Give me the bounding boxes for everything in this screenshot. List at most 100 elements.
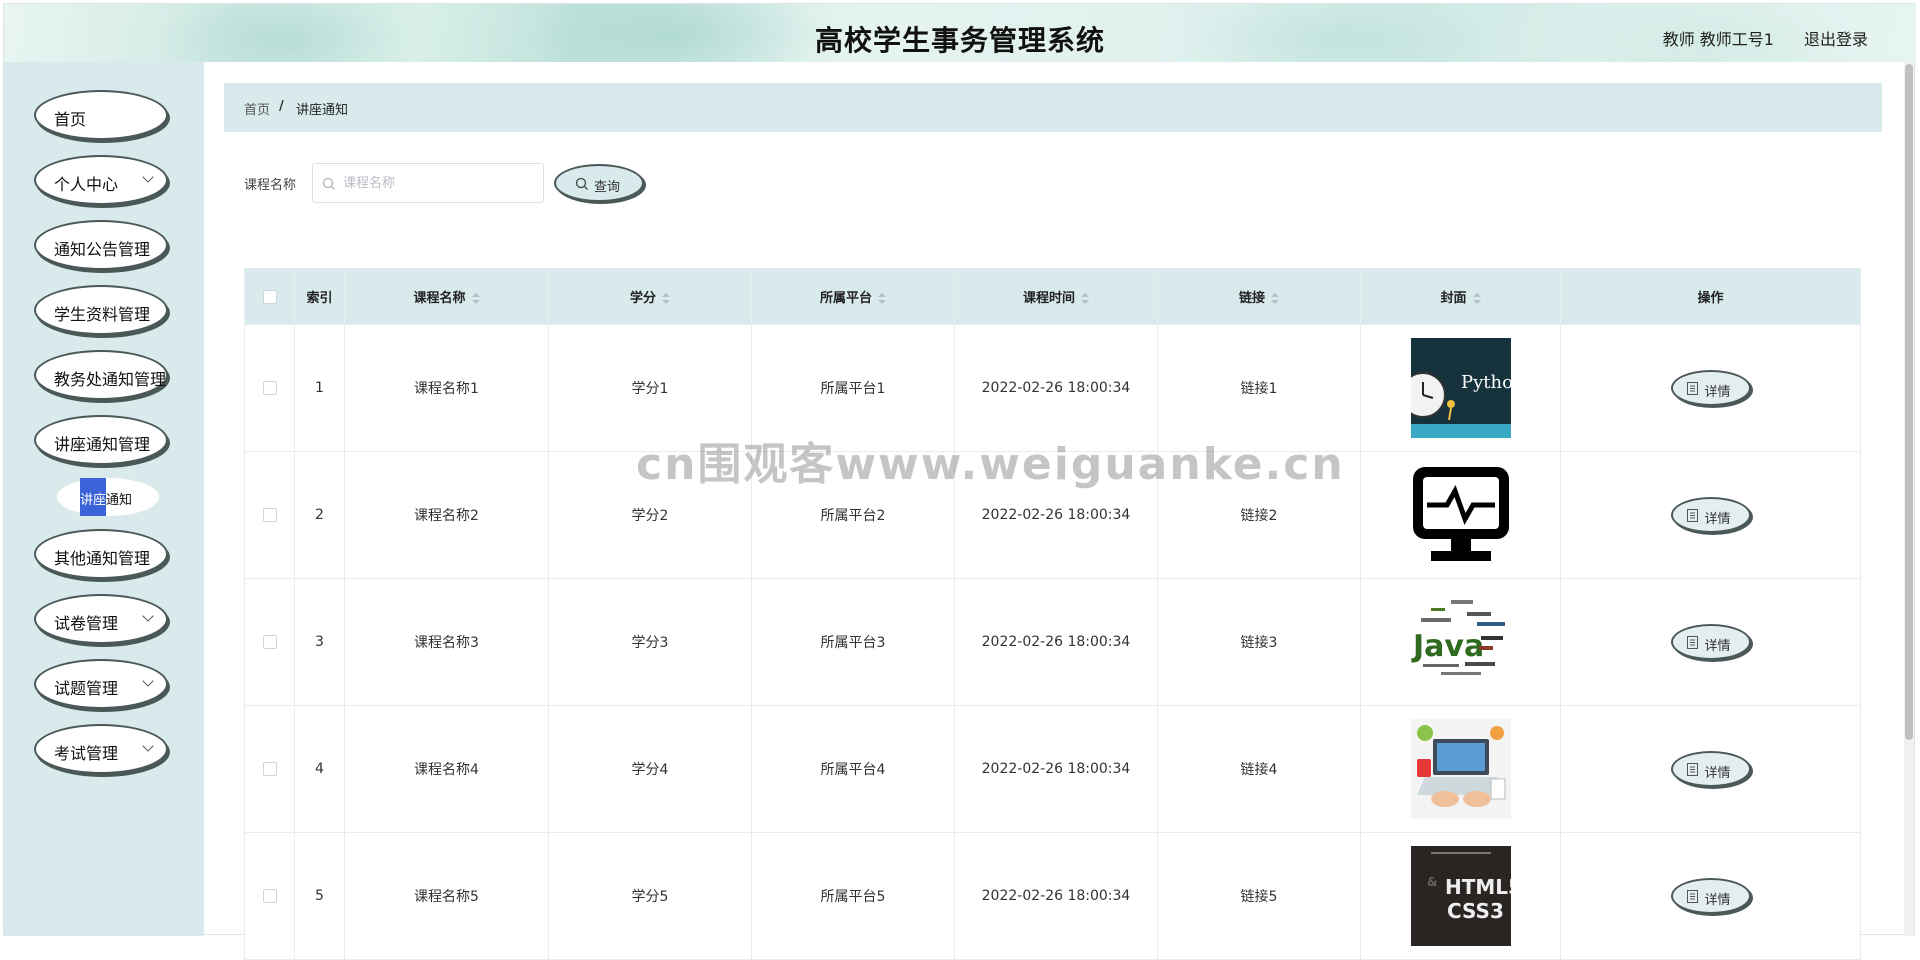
cell-credit: 学分3 [548, 578, 752, 706]
sort-icon[interactable] [1472, 292, 1481, 305]
sidebar-subitem-lecture-notice[interactable]: 讲座通知 [57, 478, 159, 516]
sort-icon[interactable] [471, 292, 480, 305]
sidebar-item-label: 通知公告管理 [54, 240, 151, 259]
breadcrumb-home[interactable]: 首页 [244, 99, 270, 118]
sidebar-item-academic-notices[interactable]: 教务处通知管理 [34, 350, 168, 400]
cell-time: 2022-02-26 18:00:34 [954, 324, 1158, 452]
sort-icon[interactable] [1271, 292, 1279, 305]
cell-action: 详情 [1560, 832, 1861, 960]
sidebar-item-lecture-notices[interactable]: 讲座通知管理 [34, 415, 168, 465]
detail-button[interactable]: 详情 [1670, 878, 1751, 914]
html5-css3-cover-image: & HTML5 CSS3 [1410, 846, 1511, 946]
sidebar-item-label: 考试管理 [54, 744, 119, 763]
cell-time: 2022-02-26 18:00:34 [954, 705, 1158, 833]
cell-link: 链接2 [1157, 451, 1361, 579]
cell-cover: Java [1360, 578, 1561, 706]
sort-icon[interactable] [878, 292, 886, 305]
sort-icon[interactable] [662, 292, 670, 305]
breadcrumb-current: 讲座通知 [296, 103, 349, 118]
document-icon [1686, 763, 1698, 780]
svg-text:CSS3: CSS3 [1447, 899, 1504, 923]
select-all-checkbox[interactable] [262, 289, 277, 304]
sidebar-item-papers[interactable]: 试卷管理 [34, 594, 168, 644]
sidebar-item-exams[interactable]: 考试管理 [34, 724, 168, 774]
query-button[interactable]: 查询 [554, 164, 644, 202]
cell-name: 课程名称4 [344, 705, 549, 833]
row-checkbox[interactable] [262, 635, 277, 649]
chevron-down-icon [142, 675, 154, 687]
column-header-sortable[interactable]: 课程名称 [344, 268, 549, 325]
detail-button[interactable]: 详情 [1670, 497, 1751, 533]
cell-action: 详情 [1560, 324, 1861, 452]
detail-button-label: 详情 [1704, 766, 1731, 781]
cell-platform: 所属平台5 [751, 832, 955, 960]
cell-credit: 学分2 [548, 451, 752, 579]
svg-text:HTML5: HTML5 [1445, 875, 1511, 899]
cell-cover [1360, 451, 1561, 579]
search-input[interactable] [312, 163, 544, 203]
detail-button[interactable]: 详情 [1670, 370, 1751, 406]
column-header-sortable[interactable]: 课程时间 [954, 268, 1158, 325]
python-cover-image: Python [1410, 338, 1511, 438]
search-icon [575, 177, 589, 195]
cell-name: 课程名称3 [344, 578, 549, 706]
cell-link: 链接1 [1157, 324, 1361, 452]
laptop-cover-image [1410, 719, 1511, 819]
cell-action: 详情 [1560, 705, 1861, 833]
sidebar-item-label: 教务处通知管理 [54, 370, 167, 389]
sidebar-item-profile[interactable]: 个人中心 [34, 155, 168, 205]
cell-action: 详情 [1560, 578, 1861, 706]
cell-time: 2022-02-26 18:00:34 [954, 832, 1158, 960]
detail-button[interactable]: 详情 [1670, 751, 1751, 787]
row-checkbox[interactable] [262, 762, 277, 776]
java-cover-image: Java [1410, 592, 1511, 692]
sidebar-item-other-notices[interactable]: 其他通知管理 [34, 529, 168, 579]
cell-index: 3 [294, 578, 345, 706]
cell-index: 1 [294, 324, 345, 452]
course-table: 索引 课程名称 学分 所属平台 课程时间 链接 封面 操作 1 课程名称1 学分… [244, 268, 1861, 960]
search-label: 课程名称 [244, 178, 297, 193]
sidebar-item-label: 个人中心 [54, 175, 119, 194]
app-title: 高校学生事务管理系统 [814, 24, 1105, 57]
sidebar-item-home[interactable]: 首页 [34, 90, 168, 140]
cell-link: 链接4 [1157, 705, 1361, 833]
cell-credit: 学分5 [548, 832, 752, 960]
sidebar-item-label: 试题管理 [54, 679, 119, 698]
detail-button-label: 详情 [1704, 385, 1731, 400]
search-icon [322, 176, 336, 190]
row-checkbox[interactable] [262, 889, 277, 903]
document-icon [1686, 636, 1698, 653]
logout-button[interactable]: 退出登录 [1804, 26, 1868, 50]
sidebar-item-label: 试卷管理 [54, 614, 119, 633]
cell-name: 课程名称1 [344, 324, 549, 452]
column-header: 操作 [1560, 268, 1861, 325]
column-header-sortable[interactable]: 链接 [1157, 268, 1361, 325]
cell-link: 链接5 [1157, 832, 1361, 960]
cell-credit: 学分4 [548, 705, 752, 833]
column-header-sortable[interactable]: 封面 [1360, 268, 1561, 325]
sidebar-item-label: 首页 [54, 110, 87, 129]
column-header-sortable[interactable]: 学分 [548, 268, 752, 325]
row-checkbox[interactable] [262, 381, 277, 395]
sidebar-item-students[interactable]: 学生资料管理 [34, 285, 168, 335]
cell-cover [1360, 705, 1561, 833]
sort-icon[interactable] [1081, 292, 1089, 305]
sidebar-item-announcements[interactable]: 通知公告管理 [34, 220, 168, 270]
sidebar-item-questions[interactable]: 试题管理 [34, 659, 168, 709]
sidebar-item-label: 其他通知管理 [54, 549, 151, 568]
user-info: 教师 教师工号1 [1662, 30, 1774, 49]
cell-cover: & HTML5 CSS3 [1360, 832, 1561, 960]
table-header-row: 索引 课程名称 学分 所属平台 课程时间 链接 封面 操作 [244, 268, 1861, 325]
detail-button[interactable]: 详情 [1670, 624, 1751, 660]
document-icon [1686, 890, 1698, 907]
query-button-label: 查询 [594, 180, 621, 195]
chevron-down-icon [142, 740, 154, 752]
table-row: 2 课程名称2 学分2 所属平台2 2022-02-26 18:00:34 链接… [244, 451, 1861, 579]
cell-platform: 所属平台2 [751, 451, 955, 579]
scrollbar-thumb[interactable] [1905, 64, 1913, 740]
monitor-cover-image [1410, 465, 1511, 565]
detail-button-label: 详情 [1704, 639, 1731, 654]
column-header-sortable[interactable]: 所属平台 [751, 268, 955, 325]
cell-name: 课程名称5 [344, 832, 549, 960]
row-checkbox[interactable] [262, 508, 277, 522]
